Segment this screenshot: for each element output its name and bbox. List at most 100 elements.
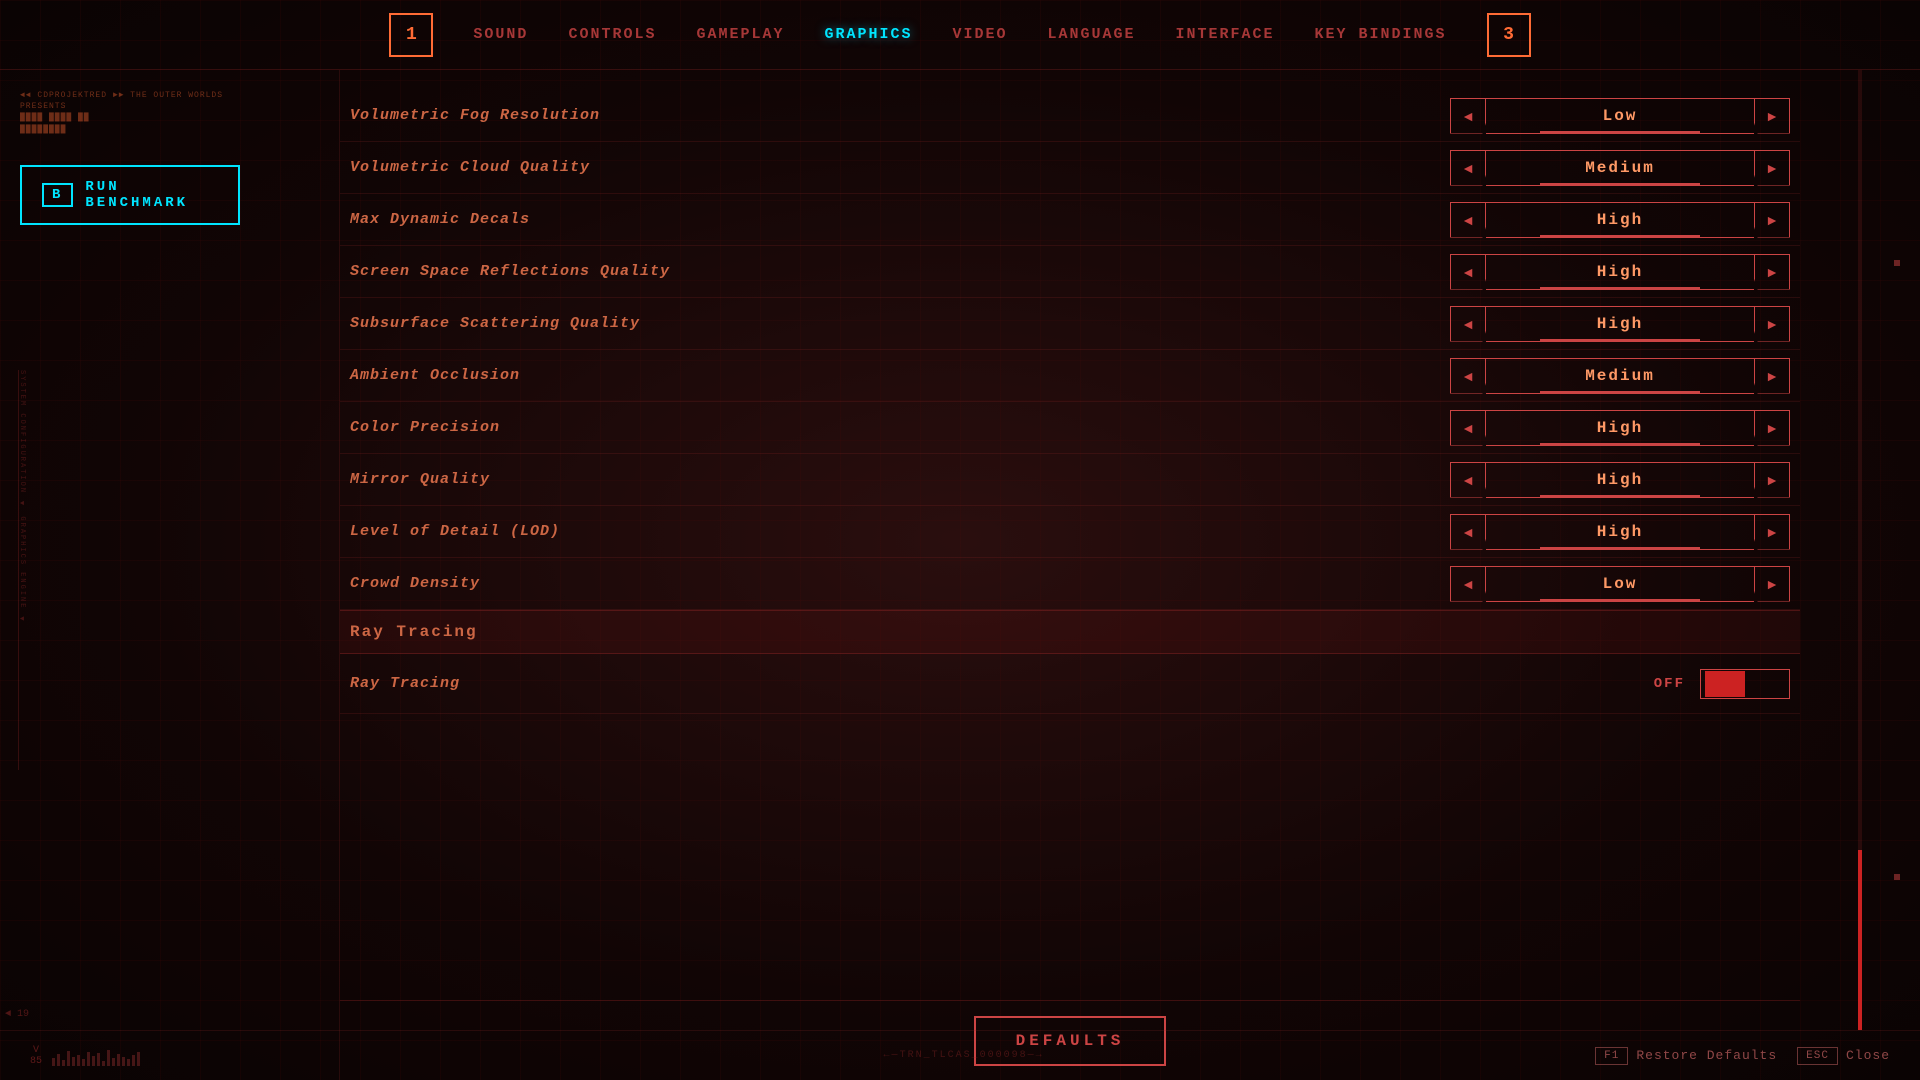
ray-tracing-section-header: Ray Tracing	[340, 610, 1800, 654]
close-action[interactable]: ESC Close	[1797, 1047, 1890, 1065]
setting-row-volumetric-fog: Volumetric Fog Resolution ◄ Low ►	[340, 90, 1800, 142]
close-key: ESC	[1797, 1047, 1838, 1065]
nav-bracket-left: 1	[389, 13, 433, 57]
setting-row-ambient-occlusion: Ambient Occlusion ◄ Medium ►	[340, 350, 1800, 402]
setting-value-subsurface-scattering: High	[1486, 306, 1754, 342]
setting-label-ray-tracing: Ray Tracing	[350, 675, 1654, 692]
bottom-left-decoration: ◄ 19	[5, 1009, 29, 1020]
nav-item-gameplay[interactable]: GAMEPLAY	[696, 26, 784, 43]
arrow-left-screen-space-reflections[interactable]: ◄	[1450, 254, 1486, 290]
close-label: Close	[1846, 1048, 1890, 1063]
ray-tracing-toggle-control: OFF	[1654, 669, 1790, 699]
setting-control-crowd-density: ◄ Low ►	[1450, 566, 1790, 602]
arrow-right-crowd-density[interactable]: ►	[1754, 566, 1790, 602]
version-number: 85	[30, 1056, 42, 1067]
footer: V 85 ←— TRN_TLCAS_000098 —→ F1 Restore D…	[0, 1030, 1920, 1080]
arrow-left-subsurface-scattering[interactable]: ◄	[1450, 306, 1486, 342]
arrow-left-crowd-density[interactable]: ◄	[1450, 566, 1486, 602]
corner-decoration-top	[1894, 260, 1900, 266]
setting-value-crowd-density: Low	[1486, 566, 1754, 602]
setting-label-mirror-quality: Mirror Quality	[350, 471, 1450, 488]
setting-label-max-dynamic-decals: Max Dynamic Decals	[350, 211, 1450, 228]
setting-row-screen-space-reflections: Screen Space Reflections Quality ◄ High …	[340, 246, 1800, 298]
sidebar-decorative: SYSTEM CONFIGURATION ◄ GRAPHICS ENGINE ◄	[18, 370, 26, 770]
nav-bracket-right: 3	[1487, 13, 1531, 57]
arrow-right-ambient-occlusion[interactable]: ►	[1754, 358, 1790, 394]
arrow-right-max-dynamic-decals[interactable]: ►	[1754, 202, 1790, 238]
main-content: Volumetric Fog Resolution ◄ Low ► Volume…	[340, 70, 1800, 1080]
version-badge: V 85	[30, 1045, 42, 1067]
restore-defaults-action[interactable]: F1 Restore Defaults	[1595, 1047, 1777, 1065]
nav-item-controls[interactable]: CONTROLS	[568, 26, 656, 43]
setting-value-color-precision: High	[1486, 410, 1754, 446]
setting-row-level-of-detail: Level of Detail (LOD) ◄ High ►	[340, 506, 1800, 558]
settings-list: Volumetric Fog Resolution ◄ Low ► Volume…	[340, 70, 1800, 1000]
scrollbar-track	[1858, 70, 1862, 1030]
arrow-right-mirror-quality[interactable]: ►	[1754, 462, 1790, 498]
setting-row-color-precision: Color Precision ◄ High ►	[340, 402, 1800, 454]
setting-value-mirror-quality: High	[1486, 462, 1754, 498]
logo-area: ◄◄ CDPROJEKTRED ►► THE OUTER WORLDS PRES…	[20, 90, 319, 135]
benchmark-key: B	[42, 183, 73, 207]
nav-item-sound[interactable]: SOUND	[473, 26, 528, 43]
setting-row-ray-tracing: Ray Tracing OFF	[340, 654, 1800, 714]
arrow-left-volumetric-fog[interactable]: ◄	[1450, 98, 1486, 134]
ray-tracing-off-label: OFF	[1654, 676, 1685, 692]
nav-item-interface[interactable]: INTERFACE	[1176, 26, 1275, 43]
nav-item-graphics[interactable]: GRAPHICS	[824, 26, 912, 43]
setting-control-mirror-quality: ◄ High ►	[1450, 462, 1790, 498]
setting-label-ambient-occlusion: Ambient Occlusion	[350, 367, 1450, 384]
nav-item-video[interactable]: VIDEO	[952, 26, 1007, 43]
arrow-right-volumetric-fog[interactable]: ►	[1754, 98, 1790, 134]
setting-value-screen-space-reflections: High	[1486, 254, 1754, 290]
logo-text: ◄◄ CDPROJEKTRED ►► THE OUTER WORLDS PRES…	[20, 90, 319, 135]
setting-value-max-dynamic-decals: High	[1486, 202, 1754, 238]
ray-tracing-toggle-thumb	[1705, 671, 1745, 697]
setting-value-volumetric-fog: Low	[1486, 98, 1754, 134]
arrow-left-color-precision[interactable]: ◄	[1450, 410, 1486, 446]
arrow-right-level-of-detail[interactable]: ►	[1754, 514, 1790, 550]
arrow-right-screen-space-reflections[interactable]: ►	[1754, 254, 1790, 290]
ray-tracing-toggle[interactable]	[1700, 669, 1790, 699]
setting-control-max-dynamic-decals: ◄ High ►	[1450, 202, 1790, 238]
setting-label-volumetric-fog: Volumetric Fog Resolution	[350, 107, 1450, 124]
setting-row-max-dynamic-decals: Max Dynamic Decals ◄ High ►	[340, 194, 1800, 246]
setting-control-level-of-detail: ◄ High ►	[1450, 514, 1790, 550]
setting-row-subsurface-scattering: Subsurface Scattering Quality ◄ High ►	[340, 298, 1800, 350]
arrow-right-volumetric-cloud[interactable]: ►	[1754, 150, 1790, 186]
arrow-right-color-precision[interactable]: ►	[1754, 410, 1790, 446]
setting-value-ambient-occlusion: Medium	[1486, 358, 1754, 394]
arrow-right-subsurface-scattering[interactable]: ►	[1754, 306, 1790, 342]
arrow-left-volumetric-cloud[interactable]: ◄	[1450, 150, 1486, 186]
setting-label-volumetric-cloud: Volumetric Cloud Quality	[350, 159, 1450, 176]
setting-value-volumetric-cloud: Medium	[1486, 150, 1754, 186]
scrollbar-area	[1800, 70, 1920, 1030]
setting-row-crowd-density: Crowd Density ◄ Low ►	[340, 558, 1800, 610]
nav-item-key-bindings[interactable]: KEY BINDINGS	[1315, 26, 1447, 43]
setting-row-volumetric-cloud: Volumetric Cloud Quality ◄ Medium ►	[340, 142, 1800, 194]
version-v-label: V	[33, 1045, 39, 1056]
restore-label: Restore Defaults	[1636, 1048, 1777, 1063]
corner-decoration-bottom	[1894, 874, 1900, 880]
footer-right: F1 Restore Defaults ESC Close	[1595, 1047, 1890, 1065]
footer-center-text: ←— TRN_TLCAS_000098 —→	[332, 1050, 1595, 1061]
benchmark-label: RUN BENCHMARK	[85, 179, 218, 211]
arrow-left-ambient-occlusion[interactable]: ◄	[1450, 358, 1486, 394]
run-benchmark-button[interactable]: B RUN BENCHMARK	[20, 165, 240, 225]
setting-row-mirror-quality: Mirror Quality ◄ High ►	[340, 454, 1800, 506]
sidebar: ◄◄ CDPROJEKTRED ►► THE OUTER WORLDS PRES…	[0, 70, 340, 1080]
setting-control-volumetric-cloud: ◄ Medium ►	[1450, 150, 1790, 186]
arrow-left-max-dynamic-decals[interactable]: ◄	[1450, 202, 1486, 238]
setting-label-subsurface-scattering: Subsurface Scattering Quality	[350, 315, 1450, 332]
arrow-left-level-of-detail[interactable]: ◄	[1450, 514, 1486, 550]
arrow-left-mirror-quality[interactable]: ◄	[1450, 462, 1486, 498]
nav-item-language[interactable]: LANGUAGE	[1048, 26, 1136, 43]
setting-control-color-precision: ◄ High ►	[1450, 410, 1790, 446]
setting-label-crowd-density: Crowd Density	[350, 575, 1450, 592]
setting-value-level-of-detail: High	[1486, 514, 1754, 550]
scrollbar-thumb[interactable]	[1858, 850, 1862, 1030]
setting-control-screen-space-reflections: ◄ High ►	[1450, 254, 1790, 290]
setting-control-ambient-occlusion: ◄ Medium ►	[1450, 358, 1790, 394]
setting-control-volumetric-fog: ◄ Low ►	[1450, 98, 1790, 134]
nav-bar: 1 SOUND CONTROLS GAMEPLAY GRAPHICS VIDEO…	[0, 0, 1920, 70]
